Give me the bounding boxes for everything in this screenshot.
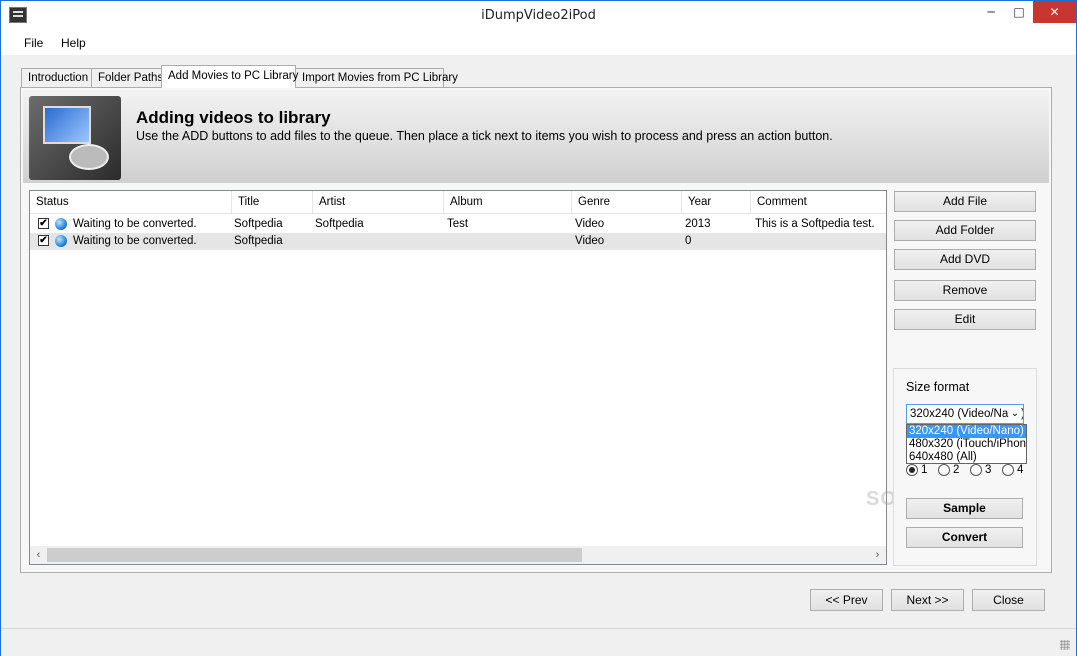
window-title: iDumpVideo2iPod <box>481 8 596 23</box>
cell-genre: Video <box>575 235 605 247</box>
column-title[interactable]: Title <box>232 191 313 213</box>
add-dvd-button[interactable]: Add DVD <box>894 249 1036 270</box>
pass-radio-3[interactable] <box>970 464 982 476</box>
edit-button[interactable]: Edit <box>894 309 1036 330</box>
tab-introduction[interactable]: Introduction <box>21 68 92 87</box>
convert-button[interactable]: Convert <box>906 527 1023 548</box>
size-format-dropdown[interactable]: 320x240 (Video/Nano) 480x320 (iTouch/iPh… <box>906 424 1027 464</box>
pass-radio-label: 1 <box>921 464 928 476</box>
pass-radio-1[interactable] <box>906 464 918 476</box>
table-row[interactable]: ✔ Waiting to be converted. Softpedia Sof… <box>30 216 886 233</box>
video-player-icon <box>29 96 121 180</box>
cell-artist: Softpedia <box>315 218 364 230</box>
minimize-button[interactable]: ─ <box>977 1 1005 23</box>
scroll-left-icon[interactable]: ‹ <box>30 546 47 564</box>
pass-radio-label: 2 <box>953 464 960 476</box>
cell-comment: This is a Softpedia test. <box>755 218 875 230</box>
prev-button[interactable]: << Prev <box>810 589 883 611</box>
video-queue-list[interactable]: Status Title Artist Album Genre Year Com… <box>29 190 887 565</box>
app-window: iDumpVideo2iPod ─ □ ✕ File Help Introduc… <box>0 0 1077 656</box>
column-album[interactable]: Album <box>444 191 572 213</box>
table-row[interactable]: ✔ Waiting to be converted. Softpedia Vid… <box>30 233 886 250</box>
column-comment[interactable]: Comment <box>751 191 886 213</box>
size-option[interactable]: 480x320 (iTouch/iPhone) <box>907 438 1026 451</box>
cell-title: Softpedia <box>234 218 283 230</box>
cell-status: Waiting to be converted. <box>73 235 197 247</box>
add-folder-button[interactable]: Add Folder <box>894 220 1036 241</box>
list-header: Status Title Artist Album Genre Year Com… <box>30 191 886 214</box>
column-year[interactable]: Year <box>682 191 751 213</box>
cell-year: 2013 <box>685 218 711 230</box>
pass-radio-4[interactable] <box>1002 464 1014 476</box>
close-button[interactable]: Close <box>972 589 1045 611</box>
cell-artist <box>309 233 440 250</box>
banner-title: Adding videos to library <box>136 108 331 127</box>
pass-radio-label: 3 <box>985 464 992 476</box>
scrollbar-thumb[interactable] <box>47 548 582 562</box>
globe-icon <box>55 218 67 230</box>
tab-add-movies[interactable]: Add Movies to PC Library <box>161 65 298 88</box>
row-checkbox[interactable]: ✔ <box>38 235 49 246</box>
sample-button[interactable]: Sample <box>906 498 1023 519</box>
status-bar <box>1 628 1076 656</box>
remove-button[interactable]: Remove <box>894 280 1036 301</box>
horizontal-scrollbar[interactable]: ‹ › <box>30 546 886 564</box>
pass-radio-label: 4 <box>1017 464 1024 476</box>
add-file-button[interactable]: Add File <box>894 191 1036 212</box>
globe-icon <box>55 235 67 247</box>
cell-album: Test <box>447 218 469 230</box>
size-format-select[interactable]: 320x240 (Video/Nano) ⌄ <box>906 404 1024 424</box>
cell-genre: Video <box>575 218 605 230</box>
size-format-group: Size format 320x240 (Video/Nano) ⌄ 320x2… <box>893 368 1037 566</box>
size-format-value: 320x240 (Video/Nano) <box>910 408 1024 420</box>
resize-grip-icon[interactable] <box>1060 640 1070 650</box>
tab-import-movies[interactable]: Import Movies from PC Library <box>295 68 458 87</box>
size-option[interactable]: 640x480 (All) <box>907 451 1026 463</box>
banner: Adding videos to library Use the ADD but… <box>23 90 1049 183</box>
column-genre[interactable]: Genre <box>572 191 682 213</box>
maximize-button[interactable]: □ <box>1005 1 1033 23</box>
menu-bar: File Help <box>1 31 1076 55</box>
tab-folder-paths[interactable]: Folder Paths <box>91 68 163 87</box>
banner-description: Use the ADD buttons to add files to the … <box>136 129 833 143</box>
size-format-label: Size format <box>906 380 970 394</box>
cell-album <box>441 233 569 250</box>
tab-panel: Adding videos to library Use the ADD but… <box>20 87 1052 573</box>
menu-help[interactable]: Help <box>61 36 86 50</box>
title-bar: iDumpVideo2iPod ─ □ ✕ <box>1 1 1076 31</box>
menu-file[interactable]: File <box>24 36 43 50</box>
cell-title: Softpedia <box>234 235 283 247</box>
chevron-down-icon[interactable]: ⌄ <box>1009 405 1021 423</box>
cell-comment <box>749 233 886 250</box>
next-button[interactable]: Next >> <box>891 589 964 611</box>
close-window-button[interactable]: ✕ <box>1033 1 1076 23</box>
column-artist[interactable]: Artist <box>313 191 444 213</box>
cell-status: Waiting to be converted. <box>73 218 197 230</box>
column-status[interactable]: Status <box>30 191 232 213</box>
scroll-right-icon[interactable]: › <box>869 546 886 564</box>
row-checkbox[interactable]: ✔ <box>38 218 49 229</box>
size-option[interactable]: 320x240 (Video/Nano) <box>907 425 1026 438</box>
pass-radio-2[interactable] <box>938 464 950 476</box>
cell-year: 0 <box>685 235 692 247</box>
